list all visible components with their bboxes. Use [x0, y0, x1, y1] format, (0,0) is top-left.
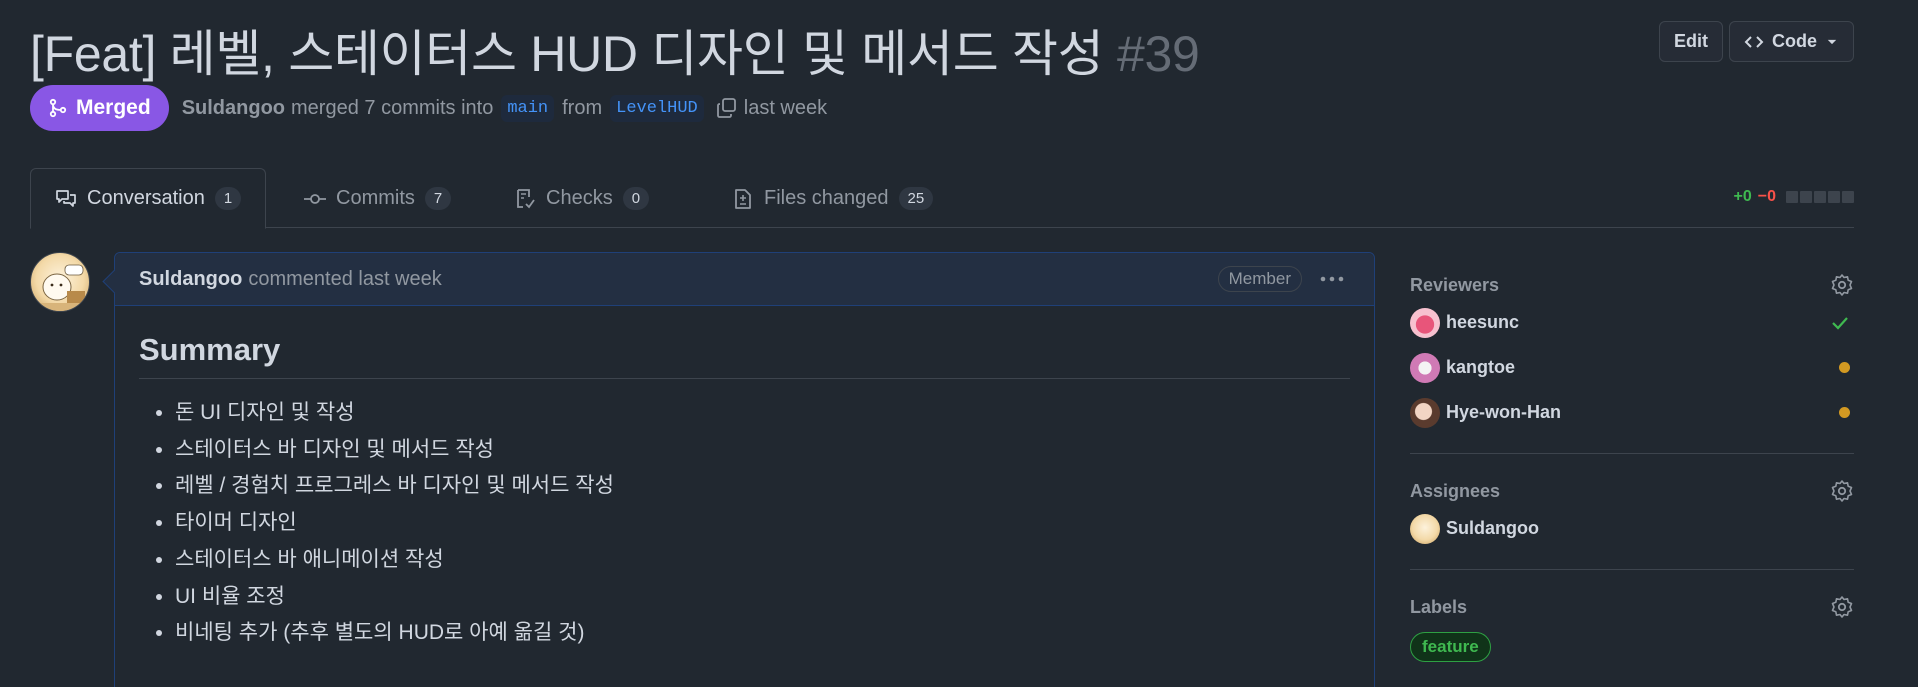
reviewer-item[interactable]: heesunc — [1410, 300, 1854, 345]
summary-heading: Summary — [139, 332, 1350, 379]
comment-header: Suldangoo commented last week Member — [115, 253, 1374, 306]
member-badge: Member — [1217, 266, 1302, 292]
reviewer-name: heesunc — [1446, 312, 1520, 332]
tab-files-changed-count: 25 — [898, 187, 934, 210]
head-branch[interactable]: LevelHUD — [610, 94, 704, 122]
list-item: 타이머 디자인 — [175, 505, 1350, 542]
reviewers-title: Reviewers — [1410, 274, 1500, 295]
page-title: [Feat] 레벨, 스테이터스 HUD 디자인 및 메서드 작성 #39 — [30, 14, 1200, 86]
diffstat-block — [1828, 191, 1840, 203]
avatar-illustration — [39, 264, 85, 311]
diffstat-additions: +0 — [1733, 188, 1752, 205]
pull-request-page: [Feat] 레벨, 스테이터스 HUD 디자인 및 메서드 작성 #39 Ed… — [0, 0, 1918, 687]
tab-files-changed[interactable]: Files changed 25 — [708, 168, 957, 229]
summary-list: 돈 UI 디자인 및 작성 스테이터스 바 디자인 및 메서드 작성 레벨 / … — [139, 395, 1350, 652]
tab-checks-label: Checks — [546, 187, 613, 209]
pr-author-link[interactable]: Suldangoo — [182, 97, 285, 120]
reviewer-name: Hye-won-Han — [1446, 402, 1562, 422]
kebab-horizontal-icon[interactable] — [1318, 267, 1346, 291]
list-item: 스테이터스 바 애니메이션 작성 — [175, 542, 1350, 579]
reviewer-avatar — [1410, 307, 1440, 338]
assignee-item[interactable]: Suldangoo — [1410, 506, 1854, 551]
diffstat-block — [1842, 191, 1854, 203]
comment-author-link[interactable]: Suldangoo — [139, 268, 242, 291]
list-item: 레벨 / 경험치 프로그레스 바 디자인 및 메서드 작성 — [175, 468, 1350, 505]
pr-sidebar: Reviewers heesunc kangtoe Hye-won-Han As… — [1410, 270, 1854, 687]
list-item: UI 비율 조정 — [175, 579, 1350, 616]
list-item: 스테이터스 바 디자인 및 메서드 작성 — [175, 432, 1350, 469]
assignees-header[interactable]: Assignees — [1410, 476, 1854, 506]
tab-conversation-count: 1 — [214, 187, 242, 210]
assignees-title: Assignees — [1410, 480, 1501, 501]
tab-commits-count: 7 — [424, 187, 452, 210]
list-item: 돈 UI 디자인 및 작성 — [175, 395, 1350, 432]
diffstat-block — [1814, 191, 1826, 203]
file-diff-icon — [735, 188, 751, 209]
diffstat-block — [1800, 191, 1812, 203]
copy-icon[interactable] — [716, 97, 738, 119]
comment-meta[interactable]: commented last week — [248, 268, 441, 291]
tab-files-changed-label: Files changed — [764, 187, 889, 209]
reviewer-item[interactable]: Hye-won-Han — [1410, 390, 1854, 435]
merged-text: merged 7 commits into — [291, 96, 494, 119]
gear-icon[interactable] — [1830, 595, 1854, 619]
diffstat-deletions: −0 — [1757, 188, 1776, 205]
tab-conversation[interactable]: Conversation 1 — [30, 168, 267, 229]
author-avatar[interactable] — [30, 252, 90, 312]
assignees-section: Assignees Suldangoo — [1410, 476, 1854, 570]
pending-dot-icon — [1839, 362, 1850, 373]
gear-icon[interactable] — [1830, 273, 1854, 297]
chevron-down-icon — [1827, 39, 1837, 44]
code-icon — [1744, 35, 1764, 48]
reviewers-section: Reviewers heesunc kangtoe Hye-won-Han — [1410, 270, 1854, 454]
tab-commits-label: Commits — [336, 187, 415, 209]
tab-conversation-label: Conversation — [87, 187, 205, 209]
pr-number: #39 — [1116, 26, 1200, 82]
tab-checks-count: 0 — [622, 187, 650, 210]
code-button-label: Code — [1772, 31, 1817, 51]
diffstat: +0 −0 — [1733, 188, 1854, 206]
assignee-name: Suldangoo — [1446, 518, 1539, 538]
label-feature[interactable]: feature — [1410, 632, 1491, 662]
labels-header[interactable]: Labels — [1410, 592, 1854, 622]
reviewer-avatar — [1410, 352, 1440, 383]
list-item: 비네팅 추가 (추후 별도의 HUD로 아예 옮길 것) — [175, 615, 1350, 652]
base-branch[interactable]: main — [501, 94, 555, 122]
code-button[interactable]: Code — [1729, 21, 1854, 62]
tab-commits[interactable]: Commits 7 — [280, 168, 475, 229]
tab-checks[interactable]: Checks 0 — [490, 168, 673, 229]
diffstat-blocks — [1786, 191, 1854, 203]
comment-card: Suldangoo commented last week Member Sum… — [114, 252, 1375, 687]
labels-title: Labels — [1410, 596, 1468, 617]
labels-section: Labels feature — [1410, 592, 1854, 680]
edit-button[interactable]: Edit — [1659, 21, 1723, 62]
comment-body: Summary 돈 UI 디자인 및 작성 스테이터스 바 디자인 및 메서드 … — [115, 306, 1374, 678]
reviewer-name: kangtoe — [1446, 357, 1516, 377]
pending-dot-icon — [1839, 407, 1850, 418]
checklist-icon — [517, 188, 535, 208]
merged-state-label: Merged — [76, 96, 151, 119]
reviewer-avatar — [1410, 397, 1440, 428]
pr-tabs: Conversation 1 Commits 7 Checks 0 Files … — [30, 168, 1854, 229]
reviewers-header[interactable]: Reviewers — [1410, 270, 1854, 300]
header-actions: Edit Code — [1659, 21, 1854, 62]
pr-time: last week — [743, 96, 828, 119]
pr-meta: Merged Suldangoo merged 7 commits into m… — [30, 85, 827, 131]
comment-discussion-icon — [56, 189, 76, 207]
commit-icon — [304, 193, 326, 204]
pr-title-text: [Feat] 레벨, 스테이터스 HUD 디자인 및 메서드 작성 — [30, 26, 1104, 82]
gear-icon[interactable] — [1830, 479, 1854, 503]
edit-button-label: Edit — [1674, 31, 1708, 51]
merged-state-badge: Merged — [30, 85, 169, 131]
check-icon — [1832, 316, 1848, 330]
assignee-avatar — [1410, 513, 1440, 544]
diffstat-block — [1786, 191, 1798, 203]
from-text: from — [562, 96, 603, 119]
reviewer-item[interactable]: kangtoe — [1410, 345, 1854, 390]
merge-icon — [49, 98, 67, 118]
